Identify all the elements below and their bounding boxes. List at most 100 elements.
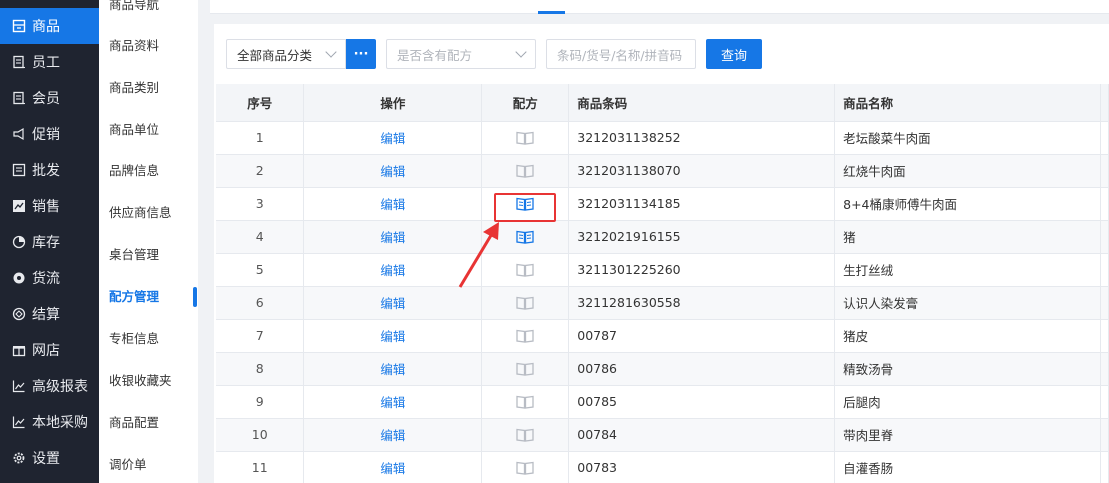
subnav-item-cashier-favorites[interactable]: 收银收藏夹	[99, 369, 198, 393]
row-goods-name: 红烧牛肉面	[834, 154, 1101, 188]
row-recipe-cell	[481, 319, 570, 353]
table-row: 9 编辑 00785 后腿肉	[216, 385, 1109, 419]
nav-item-promotion[interactable]: 促销	[0, 116, 99, 152]
nav-item-label: 批发	[32, 163, 60, 179]
chevron-down-icon	[515, 46, 527, 58]
recipe-book-icon[interactable]	[516, 130, 534, 145]
nav-item-wholesale[interactable]: 批发	[0, 152, 99, 188]
main-panel: 全部商品分类 ··· 是否含有配方 条码/货号/名称/拼音码 查询 序号 操作	[214, 24, 1109, 483]
row-recipe-cell	[481, 352, 570, 386]
nav-item-sales[interactable]: 销售	[0, 188, 99, 224]
edit-link[interactable]: 编辑	[380, 263, 405, 278]
recipe-book-icon[interactable]	[516, 328, 534, 343]
edit-link[interactable]: 编辑	[380, 428, 405, 443]
purchase-chart-icon	[12, 415, 26, 429]
edit-link[interactable]: 编辑	[380, 461, 405, 476]
wholesale-icon	[12, 163, 26, 177]
recipe-filter-select[interactable]: 是否含有配方	[386, 39, 536, 69]
edit-link[interactable]: 编辑	[380, 230, 405, 245]
filter-bar: 全部商品分类 ··· 是否含有配方 条码/货号/名称/拼音码 查询	[226, 39, 762, 69]
recipe-book-active-icon[interactable]	[516, 229, 534, 244]
promotion-icon	[12, 127, 26, 141]
nav-item-label: 商品	[32, 19, 60, 35]
nav-item-advanced-report[interactable]: 高级报表	[0, 368, 99, 404]
row-operation-cell: 编辑	[303, 187, 483, 221]
annotation-arrow	[458, 222, 499, 288]
subnav-item-goods-nav[interactable]: 商品导航	[99, 0, 198, 17]
edit-link[interactable]: 编辑	[380, 395, 405, 410]
row-index: 6	[216, 286, 305, 320]
row-goods-name: 猪	[834, 220, 1101, 254]
nav-item-goods[interactable]: 商品	[0, 8, 99, 44]
edit-link[interactable]: 编辑	[380, 362, 405, 377]
nav-item-staff[interactable]: 员工	[0, 44, 99, 80]
recipe-book-icon[interactable]	[516, 427, 534, 442]
nav-item-label: 结算	[32, 307, 60, 323]
row-extra-cell	[1100, 319, 1109, 353]
row-barcode: 00786	[568, 352, 836, 386]
row-extra-cell	[1100, 352, 1109, 386]
nav-item-label: 本地采购	[32, 415, 88, 431]
table-row: 4 编辑 3212021916155 猪	[216, 220, 1109, 254]
row-operation-cell: 编辑	[303, 352, 483, 386]
category-select-value: 全部商品分类	[237, 47, 313, 63]
nav-item-inventory[interactable]: 库存	[0, 224, 99, 260]
header-index: 序号	[216, 84, 305, 122]
row-index: 10	[216, 418, 305, 452]
search-input[interactable]: 条码/货号/名称/拼音码	[546, 39, 696, 69]
edit-link[interactable]: 编辑	[380, 131, 405, 146]
edit-link[interactable]: 编辑	[380, 296, 405, 311]
more-category-button[interactable]: ···	[346, 39, 376, 69]
subnav-item-table-management[interactable]: 桌台管理	[99, 243, 198, 267]
row-extra-cell	[1100, 253, 1109, 287]
category-select[interactable]: 全部商品分类	[226, 39, 346, 69]
subnav-item-goods-config[interactable]: 商品配置	[99, 411, 198, 435]
header-barcode: 商品条码	[568, 84, 836, 122]
row-operation-cell: 编辑	[303, 286, 483, 320]
recipe-book-icon[interactable]	[516, 163, 534, 178]
nav-item-settings[interactable]: 设置	[0, 440, 99, 476]
row-index: 4	[216, 220, 305, 254]
subnav-item-price-adjustment[interactable]: 调价单	[99, 453, 198, 477]
recipe-book-icon[interactable]	[516, 262, 534, 277]
header-operation: 操作	[303, 84, 483, 122]
recipe-book-icon[interactable]	[516, 460, 534, 475]
edit-link[interactable]: 编辑	[380, 164, 405, 179]
subnav-item-goods-category[interactable]: 商品类别	[99, 76, 198, 100]
query-button[interactable]: 查询	[706, 39, 762, 69]
top-tab-strip	[210, 0, 1109, 14]
nav-item-logistics[interactable]: 货流	[0, 260, 99, 296]
row-operation-cell: 编辑	[303, 319, 483, 353]
row-operation-cell: 编辑	[303, 154, 483, 188]
subnav-item-goods-unit[interactable]: 商品单位	[99, 118, 198, 142]
subnav-item-goods-data[interactable]: 商品资料	[99, 34, 198, 58]
row-extra-cell	[1100, 451, 1109, 483]
row-extra-cell	[1100, 187, 1109, 221]
report-chart-icon	[12, 379, 26, 393]
row-recipe-cell	[481, 154, 570, 188]
recipe-book-icon[interactable]	[516, 394, 534, 409]
table-row: 5 编辑 3211301225260 生打丝绒	[216, 253, 1109, 287]
recipe-book-icon[interactable]	[516, 295, 534, 310]
subnav-item-counter-info[interactable]: 专柜信息	[99, 327, 198, 351]
nav-item-member[interactable]: 会员	[0, 80, 99, 116]
subnav-item-recipe-management[interactable]: 配方管理	[99, 285, 198, 309]
nav-item-local-purchase[interactable]: 本地采购	[0, 404, 99, 440]
nav-item-shop[interactable]: 网店	[0, 332, 99, 368]
sales-chart-icon	[12, 199, 26, 213]
row-goods-name: 精致汤骨	[834, 352, 1101, 386]
table-row: 11 编辑 00783 自灌香肠	[216, 451, 1109, 483]
edit-link[interactable]: 编辑	[380, 329, 405, 344]
nav-item-label: 员工	[32, 55, 60, 71]
settings-gear-icon	[12, 451, 26, 465]
subnav-item-supplier-info[interactable]: 供应商信息	[99, 201, 198, 225]
nav-item-label: 销售	[32, 199, 60, 215]
row-index: 1	[216, 121, 305, 155]
row-index: 11	[216, 451, 305, 483]
nav-item-settlement[interactable]: 结算	[0, 296, 99, 332]
row-barcode: 3211281630558	[568, 286, 836, 320]
row-goods-name: 老坛酸菜牛肉面	[834, 121, 1101, 155]
subnav-item-brand-info[interactable]: 品牌信息	[99, 159, 198, 183]
recipe-book-icon[interactable]	[516, 361, 534, 376]
edit-link[interactable]: 编辑	[380, 197, 405, 212]
